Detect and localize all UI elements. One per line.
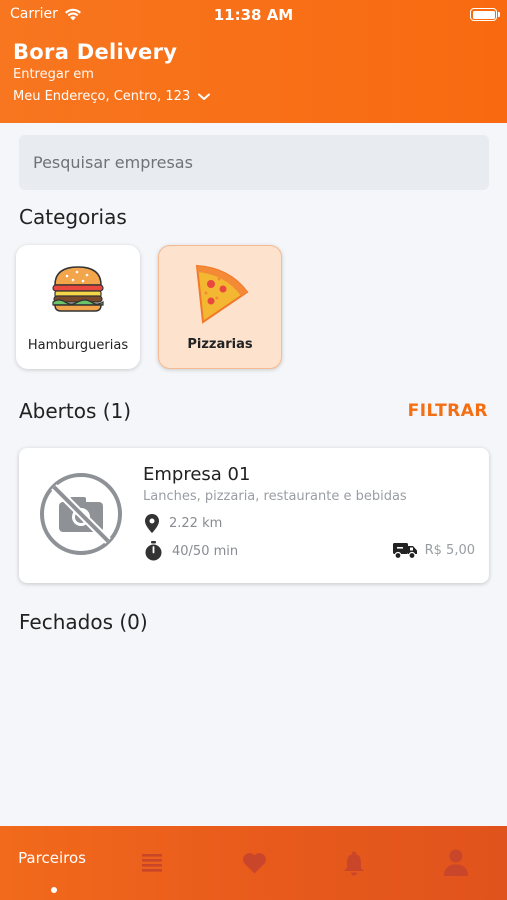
nav-tab-favorites[interactable]	[205, 826, 303, 900]
category-card-pizzarias[interactable]: Pizzarias	[158, 245, 282, 369]
bell-icon	[344, 851, 364, 875]
status-time: 11:38 AM	[213, 6, 294, 24]
list-icon	[142, 854, 162, 872]
no-photo-icon	[39, 472, 123, 560]
filter-button[interactable]: FILTRAR	[408, 401, 488, 421]
bottom-navigation: Parceiros	[0, 826, 507, 900]
nav-tab-label: Parceiros	[18, 849, 86, 867]
company-delivery-fee: R$ 5,00	[424, 543, 475, 558]
address-selector[interactable]: Meu Endereço, Centro, 123	[13, 89, 211, 104]
company-description: Lanches, pizzaria, restaurante e bebidas	[143, 489, 407, 504]
category-label: Hamburguerias	[27, 338, 129, 353]
company-name: Empresa 01	[143, 464, 251, 485]
battery-icon	[470, 8, 500, 21]
chevron-down-icon	[198, 93, 211, 100]
company-delivery-time: 40/50 min	[172, 543, 239, 559]
search-input[interactable]	[19, 135, 489, 190]
app-title: Bora Delivery	[13, 40, 178, 64]
user-icon	[444, 849, 468, 876]
heart-icon	[242, 853, 266, 874]
deliver-label: Entregar em	[13, 67, 94, 82]
nav-tab-orders[interactable]	[104, 826, 200, 900]
delivery-truck-icon	[392, 543, 417, 559]
nav-tab-notifications[interactable]	[305, 826, 403, 900]
location-pin-icon	[145, 514, 159, 533]
categories-title: Categorias	[19, 205, 127, 229]
pizza-icon	[189, 262, 251, 330]
company-time-row: 40/50 min	[145, 541, 238, 561]
company-distance: 2.22 km	[169, 516, 223, 531]
company-card[interactable]: Empresa 01 Lanches, pizzaria, restaurant…	[19, 448, 489, 583]
status-bar: Carrier 11:38 AM	[0, 4, 507, 26]
company-distance-row: 2.22 km	[145, 514, 222, 533]
closed-section-title: Fechados (0)	[19, 610, 148, 634]
burger-icon	[51, 263, 105, 317]
address-text: Meu Endereço, Centro, 123	[13, 89, 191, 104]
company-fee-row: R$ 5,00	[392, 542, 475, 559]
active-tab-indicator	[51, 887, 57, 893]
open-section-title: Abertos (1)	[19, 399, 132, 423]
category-card-hamburguerias[interactable]: Hamburguerias	[16, 245, 140, 369]
nav-tab-profile[interactable]	[405, 826, 507, 900]
category-label: Pizzarias	[187, 337, 253, 352]
app-header: Carrier 11:38 AM Bora Delivery Entregar …	[0, 0, 507, 123]
stopwatch-icon	[145, 541, 162, 561]
